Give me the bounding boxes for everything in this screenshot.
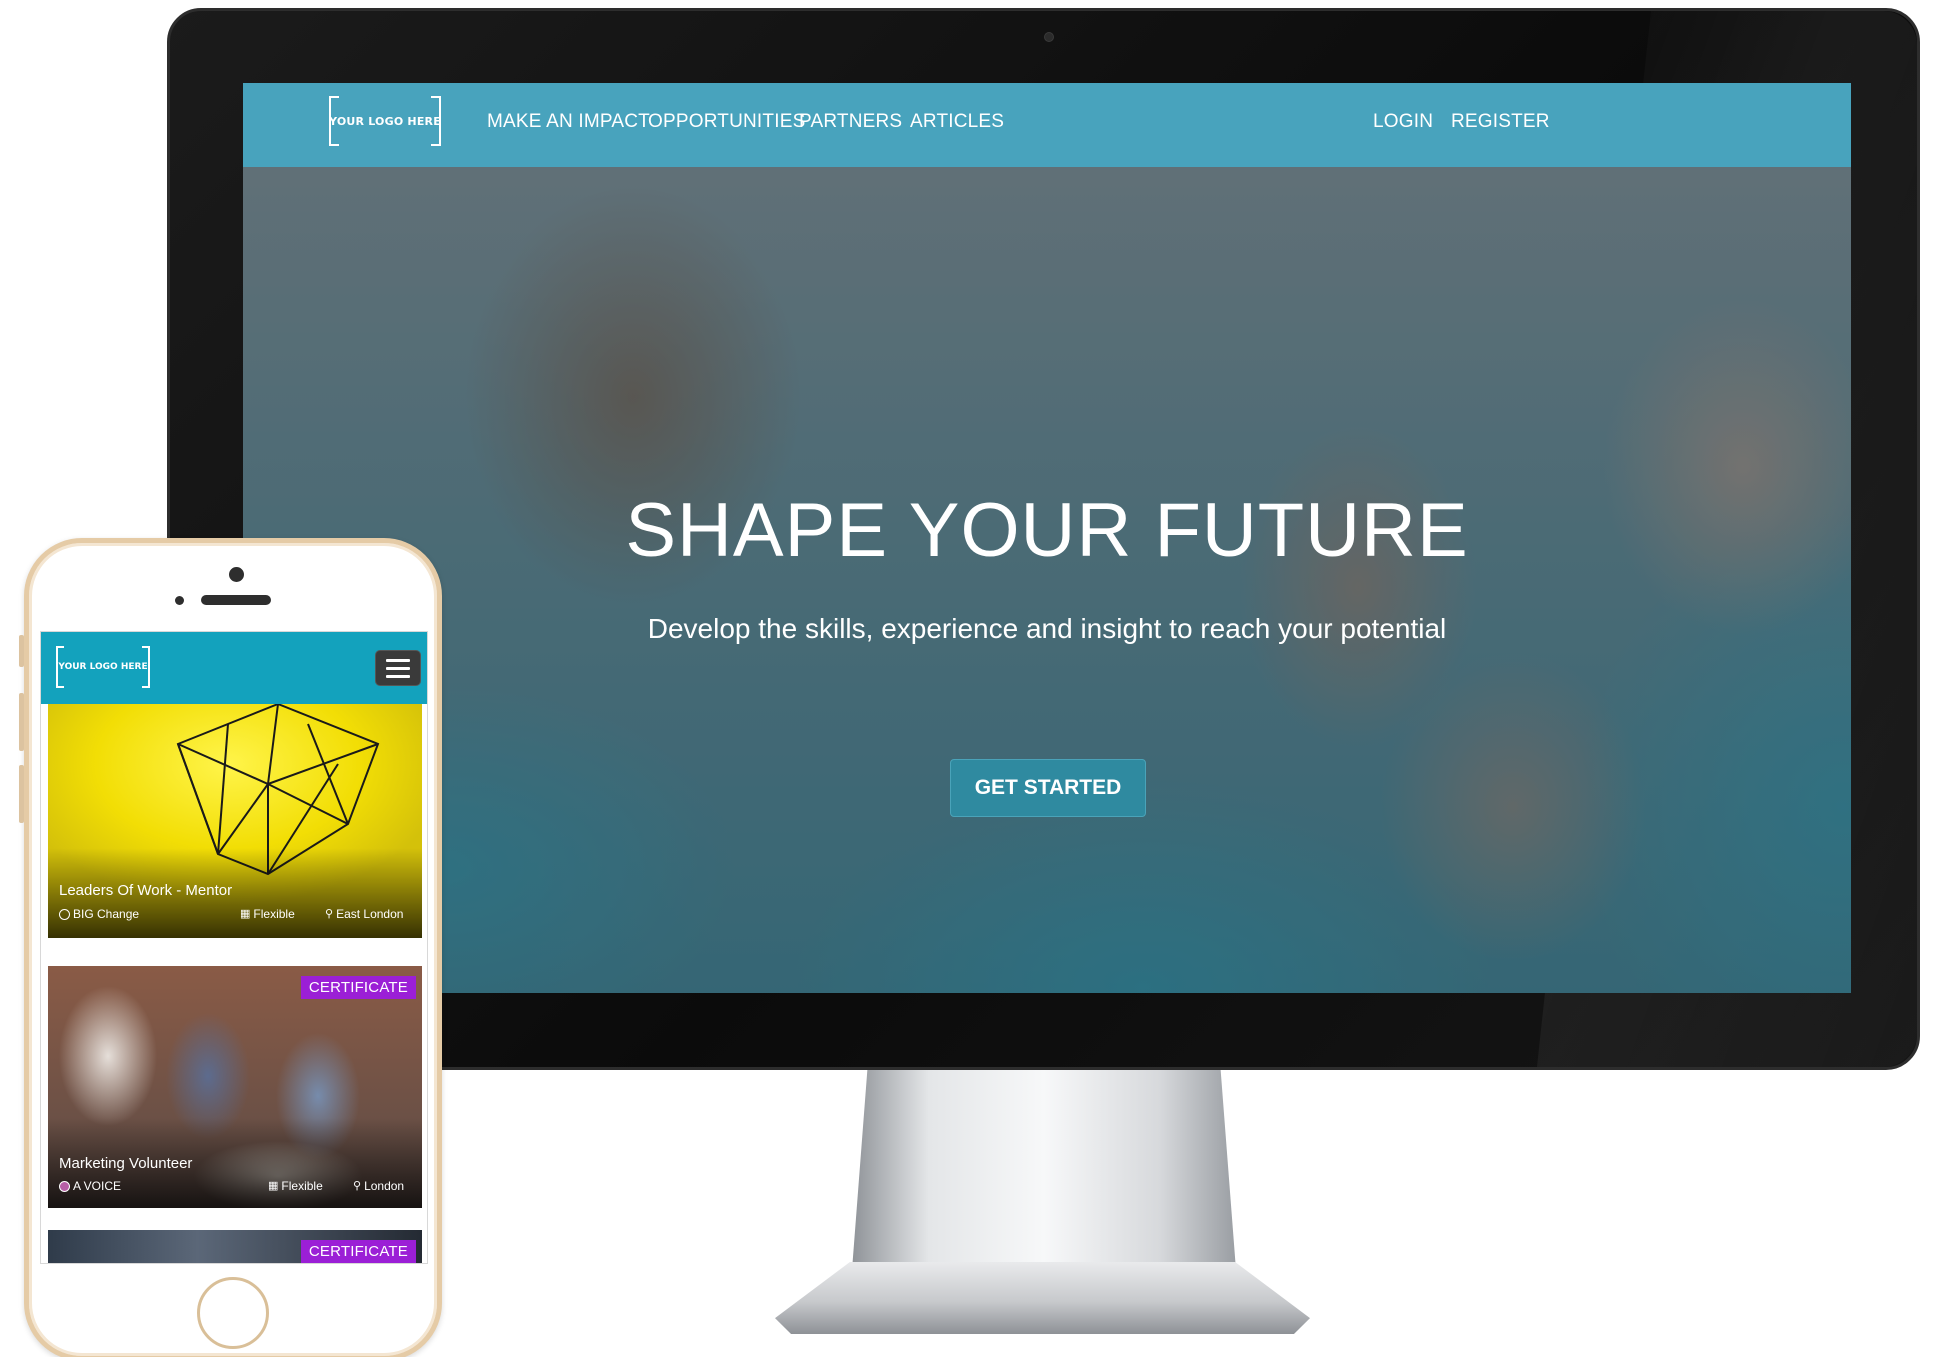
hamburger-icon[interactable] xyxy=(375,650,421,686)
hero-title: SHAPE YOUR FUTURE xyxy=(625,488,1469,573)
card-title: Leaders Of Work - Mentor xyxy=(59,882,233,899)
logo-text: YOUR LOGO HERE xyxy=(329,114,441,128)
nav-partners[interactable]: PARTNERS xyxy=(799,111,902,133)
volume-down-button xyxy=(19,765,24,823)
front-camera xyxy=(229,567,244,582)
get-started-button[interactable]: GET STARTED xyxy=(950,759,1146,817)
calendar-icon: ▦ xyxy=(268,1179,279,1192)
mute-switch xyxy=(19,635,24,667)
card-schedule: ▦ Flexible xyxy=(240,907,295,921)
monitor-stand xyxy=(852,1070,1236,1270)
opportunity-card[interactable]: CERTIFICATE Marketing Volunteer A VOICE … xyxy=(48,966,422,1208)
org-icon xyxy=(59,1180,70,1192)
mobile-site-logo[interactable]: YOUR LOGO HERE xyxy=(56,646,150,688)
opportunity-card[interactable]: Leaders Of Work - Mentor BIG Change ▦ Fl… xyxy=(48,704,422,938)
card-org: A VOICE xyxy=(59,1179,121,1193)
nav-opportunities[interactable]: OPPORTUNITIES xyxy=(648,111,805,133)
hero-subtitle: Develop the skills, experience and insig… xyxy=(647,613,1447,644)
nav-login[interactable]: LOGIN xyxy=(1373,111,1433,133)
map-pin-icon: ⚲ xyxy=(353,1179,362,1192)
desktop-screen: YOUR LOGO HERE MAKE AN IMPACT OPPORTUNIT… xyxy=(243,83,1851,993)
hero-background-photo xyxy=(243,167,1851,993)
volume-up-button xyxy=(19,693,24,751)
nav-make-an-impact[interactable]: MAKE AN IMPACT xyxy=(487,111,650,133)
mobile-screen: YOUR LOGO HERE Leaders Of Work - Mentor … xyxy=(40,631,428,1264)
card-location: ⚲ East London xyxy=(325,907,404,921)
monitor-base xyxy=(775,1262,1310,1334)
site-logo[interactable]: YOUR LOGO HERE xyxy=(329,96,441,146)
mobile-phone: YOUR LOGO HERE Leaders Of Work - Mentor … xyxy=(19,538,442,1357)
home-button[interactable] xyxy=(197,1277,269,1349)
certificate-badge: CERTIFICATE xyxy=(300,1240,416,1263)
nav-register[interactable]: REGISTER xyxy=(1451,111,1550,133)
card-title: Marketing Volunteer xyxy=(59,1155,193,1172)
proximity-sensor xyxy=(175,596,184,605)
card-schedule: ▦ Flexible xyxy=(268,1179,323,1193)
mobile-logo-text: YOUR LOGO HERE xyxy=(58,662,148,672)
map-pin-icon: ⚲ xyxy=(325,907,334,920)
hero-section xyxy=(243,167,1851,993)
certificate-badge: CERTIFICATE xyxy=(300,976,416,999)
calendar-icon: ▦ xyxy=(240,907,251,920)
mobile-navbar: YOUR LOGO HERE xyxy=(41,632,427,704)
card-location: ⚲ London xyxy=(353,1179,405,1193)
webcam xyxy=(1044,32,1054,42)
card-org: BIG Change xyxy=(59,907,139,921)
desktop-navbar: YOUR LOGO HERE MAKE AN IMPACT OPPORTUNIT… xyxy=(243,83,1851,167)
nav-articles[interactable]: ARTICLES xyxy=(910,111,1004,133)
earpiece-speaker xyxy=(201,595,271,605)
opportunity-card[interactable]: CERTIFICATE xyxy=(48,1230,422,1263)
org-icon xyxy=(59,908,70,920)
